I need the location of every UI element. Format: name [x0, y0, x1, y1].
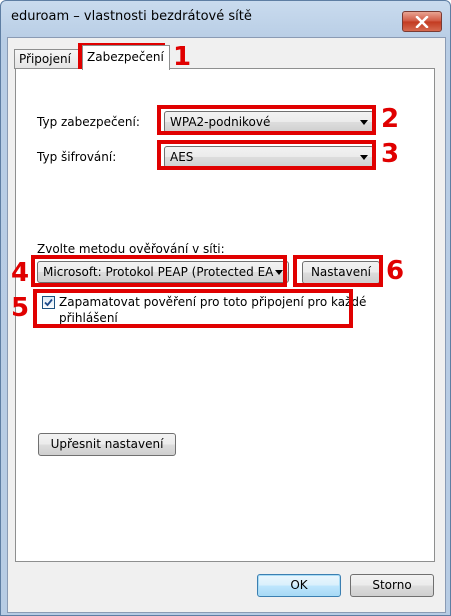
tab-security[interactable]: Zabezpečení: [82, 45, 170, 70]
annotation-number-5: 5: [11, 293, 30, 323]
annotation-number-3: 3: [381, 139, 400, 169]
window-title: eduroam – vlastnosti bezdrátové sítě: [11, 9, 252, 24]
security-type-label: Typ zabezpečení:: [37, 115, 140, 129]
encryption-type-value: AES: [170, 150, 194, 164]
remember-credentials-label-line2[interactable]: přihlášení: [59, 311, 118, 325]
advanced-settings-button[interactable]: Upřesnit nastavení: [38, 433, 176, 456]
tab-connection[interactable]: Připojení: [14, 49, 84, 69]
dropdown-arrow-icon: [360, 155, 368, 160]
remember-credentials-checkbox[interactable]: [42, 296, 55, 309]
title-bar[interactable]: eduroam – vlastnosti bezdrátové sítě: [1, 1, 450, 32]
security-type-value: WPA2-podnikové: [170, 115, 271, 129]
ok-button[interactable]: OK: [257, 574, 341, 597]
security-type-select[interactable]: WPA2-podnikové: [164, 111, 374, 133]
settings-button[interactable]: Nastavení: [302, 261, 380, 284]
checkmark-icon: [44, 298, 53, 307]
auth-method-select[interactable]: Microsoft: Protokol PEAP (Protected EA: [37, 261, 289, 283]
close-icon: [415, 15, 429, 28]
dropdown-arrow-icon: [275, 270, 283, 275]
encryption-type-label: Typ šifrování:: [37, 150, 117, 164]
annotation-number-1: 1: [173, 42, 192, 72]
annotation-number-6: 6: [386, 256, 405, 286]
remember-credentials-label-line1[interactable]: Zapamatovat pověření pro toto připojení …: [59, 295, 366, 309]
cancel-button[interactable]: Storno: [350, 574, 434, 597]
annotation-number-2: 2: [381, 104, 400, 134]
dropdown-arrow-icon: [360, 120, 368, 125]
encryption-type-select[interactable]: AES: [164, 146, 374, 168]
properties-dialog: eduroam – vlastnosti bezdrátové sítě Při…: [0, 0, 451, 616]
annotation-number-4: 4: [11, 258, 30, 288]
security-tab-panel: Typ zabezpečení: WPA2-podnikové Typ šifr…: [15, 68, 435, 562]
close-button[interactable]: [402, 11, 442, 32]
auth-method-label: Zvolte metodu ověřování v síti:: [37, 242, 225, 256]
auth-method-value: Microsoft: Protokol PEAP (Protected EA: [43, 265, 274, 279]
